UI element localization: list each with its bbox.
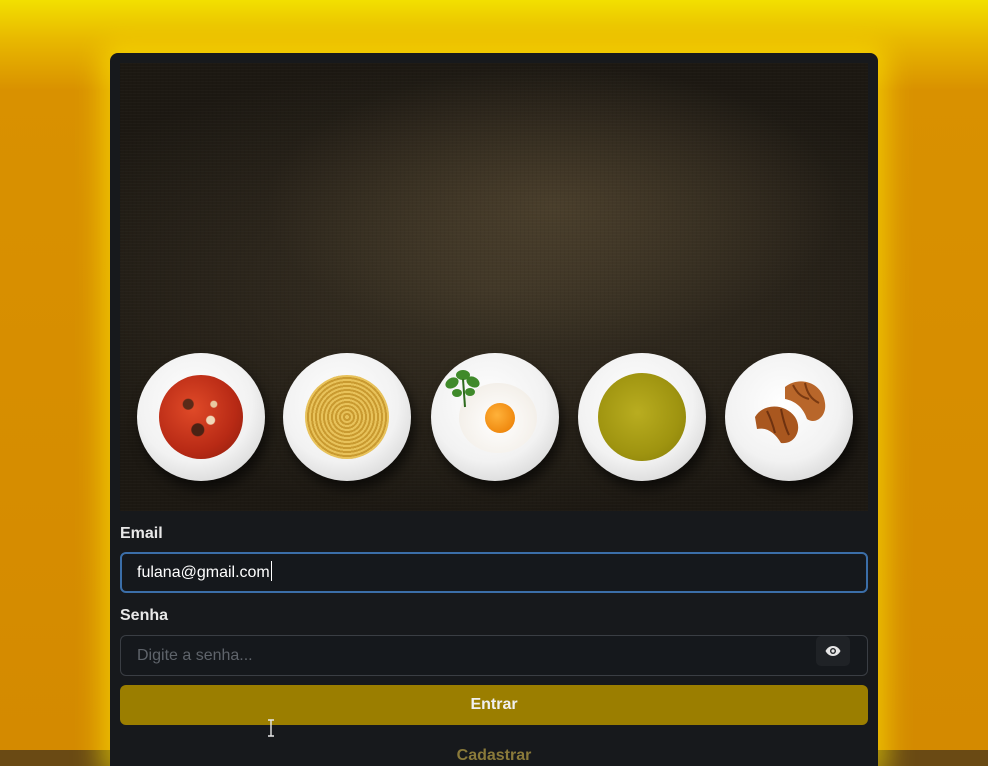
- parsley-icon: [445, 370, 480, 408]
- plate-tomato-soup: [137, 353, 265, 481]
- password-input[interactable]: Digite a senha...: [120, 635, 868, 676]
- password-label: Senha: [120, 607, 169, 624]
- submit-button[interactable]: Entrar: [120, 685, 868, 725]
- plate-spaghetti: [283, 353, 411, 481]
- croissant-icon: [755, 381, 826, 444]
- register-link[interactable]: Cadastrar: [120, 747, 868, 765]
- text-caret: [270, 561, 272, 581]
- text-cursor-icon: [268, 719, 274, 737]
- plate-fried-egg: [431, 353, 559, 481]
- tomato-soup-image: [159, 375, 243, 459]
- egg-yolk: [485, 403, 515, 433]
- email-value: fulana@gmail.com: [137, 564, 270, 581]
- plate-pea-soup: [578, 353, 706, 481]
- email-input[interactable]: fulana@gmail.com: [120, 552, 868, 593]
- spaghetti-image: [305, 375, 389, 459]
- toggle-password-visibility-button[interactable]: [816, 636, 850, 666]
- hero-image: [120, 63, 868, 511]
- password-placeholder: Digite a senha...: [137, 647, 253, 664]
- email-label: Email: [120, 525, 163, 542]
- eye-icon: [825, 646, 841, 656]
- plate-croissants: [725, 353, 853, 481]
- pea-soup-image: [598, 373, 686, 461]
- login-card: Email fulana@gmail.com Senha Digite a se…: [110, 53, 878, 766]
